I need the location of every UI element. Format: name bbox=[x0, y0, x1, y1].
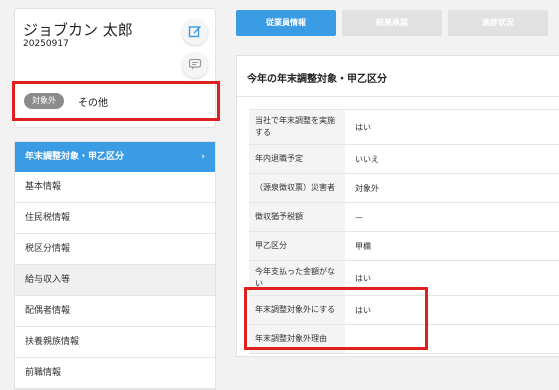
table-row: 徴収猶予税額 — bbox=[249, 203, 559, 232]
annotation-highlight-box bbox=[244, 287, 428, 350]
tab-result-approval[interactable]: 結果承認 bbox=[342, 10, 442, 36]
menu-item-resident-tax[interactable]: 住民税情報 bbox=[15, 203, 215, 234]
tab-progress-status[interactable]: 進捗状況 bbox=[448, 10, 548, 36]
menu-item-label: 税区分情報 bbox=[25, 244, 71, 254]
row-value: 対象外 bbox=[355, 183, 379, 193]
menu-item-label: 住民税情報 bbox=[25, 213, 71, 223]
row-label: 当社で年末調整を実施する bbox=[249, 110, 345, 144]
menu-item-label: 年末調整対象・甲乙区分 bbox=[25, 152, 125, 162]
menu-item-spouse-info[interactable]: 配偶者情報 bbox=[15, 296, 215, 327]
edit-button[interactable] bbox=[182, 19, 208, 45]
status-badge: 対象外 bbox=[24, 93, 64, 109]
menu-item-basic-info[interactable]: 基本情報 bbox=[15, 172, 215, 203]
table-row: 年内退職予定 いいえ bbox=[249, 145, 559, 174]
table-row: 甲乙区分 甲欄 bbox=[249, 232, 559, 261]
panel-divider bbox=[237, 96, 559, 97]
chat-button[interactable] bbox=[182, 52, 208, 78]
row-label: 甲乙区分 bbox=[249, 232, 345, 260]
menu-item-label: 扶養親族情報 bbox=[25, 337, 80, 347]
row-value: いいえ bbox=[355, 154, 379, 164]
row-label: （源泉徴収票）災害者 bbox=[249, 174, 345, 202]
row-label: 年内退職予定 bbox=[249, 145, 345, 173]
employee-name: ジョブカン 太郎 bbox=[23, 21, 133, 39]
menu-item-label: 給与収入等 bbox=[25, 275, 71, 285]
menu-item-year-end-target[interactable]: 年末調整対象・甲乙区分 › bbox=[15, 142, 215, 172]
row-label: 徴収猶予税額 bbox=[249, 203, 345, 231]
menu-item-label: 基本情報 bbox=[25, 182, 62, 192]
status-text: その他 bbox=[78, 98, 108, 109]
row-value: 甲欄 bbox=[355, 241, 371, 251]
chat-icon bbox=[188, 56, 202, 75]
row-value: はい bbox=[355, 122, 371, 132]
edit-icon bbox=[188, 23, 202, 42]
menu-item-tax-category[interactable]: 税区分情報 bbox=[15, 234, 215, 265]
table-row: （源泉徴収票）災害者 対象外 bbox=[249, 174, 559, 203]
chevron-right-icon: › bbox=[201, 152, 205, 162]
employee-id: 20250917 bbox=[23, 39, 69, 49]
left-column: ジョブカン 太郎 20250917 対象外 その他 年末調整対象・甲乙区分 › … bbox=[0, 0, 228, 390]
row-value: — bbox=[355, 212, 363, 222]
menu-item-salary-income[interactable]: 給与収入等 bbox=[15, 265, 215, 296]
menu-item-dependents-info[interactable]: 扶養親族情報 bbox=[15, 327, 215, 358]
menu-item-previous-job[interactable]: 前職情報 bbox=[15, 358, 215, 389]
status-row: 対象外 その他 bbox=[12, 81, 220, 121]
table-row: 当社で年末調整を実施する はい bbox=[249, 110, 559, 145]
menu-item-label: 配偶者情報 bbox=[25, 306, 71, 316]
panel-title: 今年の年末調整対象・甲乙区分 bbox=[247, 74, 387, 85]
side-menu: 年末調整対象・甲乙区分 › 基本情報 住民税情報 税区分情報 給与収入等 配偶者… bbox=[14, 141, 216, 390]
menu-item-label: 前職情報 bbox=[25, 368, 62, 378]
tab-employee-info[interactable]: 従業員情報 bbox=[236, 10, 336, 36]
